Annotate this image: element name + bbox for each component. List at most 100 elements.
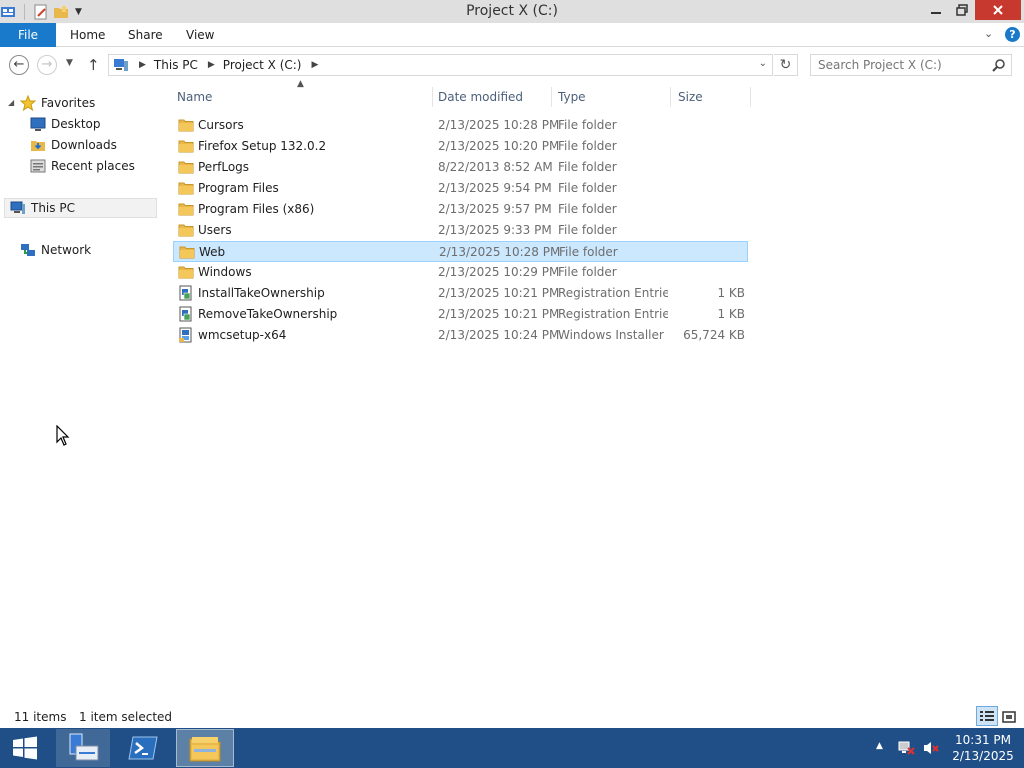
network-status-icon[interactable] <box>898 740 916 756</box>
refresh-button[interactable]: ↻ <box>774 54 798 76</box>
taskbar-powershell[interactable] <box>116 729 170 767</box>
folder-icon <box>178 224 194 237</box>
file-name: Program Files <box>198 181 279 195</box>
navigation-bar: ← → ▼ ↑ ▶ This PC ▶ Project X (C:) ▶ ⌄ ↻ <box>0 47 1024 81</box>
file-name: Windows <box>198 265 252 279</box>
file-row[interactable]: Program Files (x86) 2/13/2025 9:57 PM File… <box>173 199 748 220</box>
file-name: Users <box>198 223 232 237</box>
file-date-modified: 2/13/2025 10:29 PM <box>438 265 560 279</box>
volume-muted-icon[interactable] <box>922 740 940 756</box>
file-row[interactable]: InstallTakeOwnership 2/13/2025 10:21 PM Re… <box>173 283 748 304</box>
column-divider[interactable] <box>432 87 433 107</box>
registry-file-icon <box>179 306 192 322</box>
tab-view[interactable]: View <box>186 23 214 47</box>
column-divider[interactable] <box>670 87 671 107</box>
file-date-modified: 2/13/2025 10:21 PM <box>438 286 560 300</box>
nav-item-downloads[interactable]: Downloads <box>30 135 117 155</box>
registry-file-icon <box>179 285 192 301</box>
file-date-modified: 2/13/2025 10:21 PM <box>438 307 560 321</box>
file-row[interactable]: PerfLogs 8/22/2013 8:52 AM File folder <box>173 157 748 178</box>
file-row[interactable]: RemoveTakeOwnership 2/13/2025 10:21 PM Reg… <box>173 304 748 325</box>
recent-locations-button[interactable]: ▼ <box>66 58 73 68</box>
file-row[interactable]: Program Files 2/13/2025 9:54 PM File folde… <box>173 178 748 199</box>
file-name: Web <box>199 245 226 259</box>
details-view-button[interactable] <box>976 706 998 726</box>
breadcrumb-project-x[interactable]: Project X (C:) <box>223 58 302 72</box>
show-hidden-icons-icon[interactable]: ▲ <box>876 741 883 751</box>
details-view-icon <box>980 711 994 721</box>
file-row[interactable]: Firefox Setup 132.0.2 2/13/2025 10:20 PM F… <box>173 136 748 157</box>
help-icon[interactable]: ? <box>1005 27 1020 42</box>
recent-places-icon <box>30 159 46 173</box>
item-count: 11 items <box>14 710 67 724</box>
title-bar: ▼ Project X (C:) <box>0 0 1024 23</box>
taskbar: ▲ 10:31 PM 2/13/2025 <box>0 728 1024 768</box>
large-icons-view-button[interactable] <box>1000 708 1018 726</box>
nav-favorites[interactable]: ◢ Favorites <box>8 93 95 113</box>
file-date-modified: 2/13/2025 10:20 PM <box>438 139 560 153</box>
column-divider[interactable] <box>551 87 552 107</box>
restore-icon <box>956 4 968 16</box>
refresh-icon: ↻ <box>779 57 792 73</box>
taskbar-server-manager[interactable] <box>56 729 110 767</box>
nav-network-label: Network <box>41 243 92 257</box>
folder-icon <box>178 119 194 132</box>
file-name: wmcsetup-x64 <box>198 328 287 342</box>
search-box[interactable] <box>810 54 1012 76</box>
file-name: Cursors <box>198 118 244 132</box>
ribbon-tabs: File Home Share View ⌄ ? <box>0 23 1024 47</box>
close-button[interactable] <box>975 0 1021 20</box>
column-header-type[interactable]: Type <box>558 85 668 109</box>
breadcrumb-this-pc[interactable]: This PC <box>154 58 198 72</box>
file-size: 65,724 KB <box>683 328 745 342</box>
close-icon <box>993 5 1003 15</box>
system-clock[interactable]: 10:31 PM 2/13/2025 <box>948 732 1018 764</box>
file-size: 1 KB <box>717 307 745 321</box>
column-divider[interactable] <box>750 87 751 107</box>
selection-count: 1 item selected <box>79 710 173 724</box>
nav-item-recent-places[interactable]: Recent places <box>30 156 135 176</box>
nav-item-desktop[interactable]: Desktop <box>30 114 101 134</box>
folder-icon <box>179 246 195 259</box>
file-row[interactable]: Web 2/13/2025 10:28 PM File folder <box>173 241 748 262</box>
forward-button[interactable]: → <box>37 55 57 75</box>
nav-network[interactable]: Network <box>20 240 91 260</box>
back-button[interactable]: ← <box>9 55 29 75</box>
tab-file[interactable]: File <box>0 23 56 47</box>
file-row[interactable]: wmcsetup-x64 2/13/2025 10:24 PM Windows In… <box>173 325 748 346</box>
up-button[interactable]: ↑ <box>87 56 100 74</box>
tab-home[interactable]: Home <box>70 23 105 47</box>
status-bar: 11 items 1 item selected <box>0 706 1024 728</box>
file-name: PerfLogs <box>198 160 250 174</box>
expand-ribbon-icon[interactable]: ⌄ <box>984 27 993 40</box>
file-row[interactable]: Users 2/13/2025 9:33 PM File folder <box>173 220 748 241</box>
column-header-date-modified[interactable]: Date modified <box>438 85 550 109</box>
column-header-name[interactable]: Name <box>177 85 432 109</box>
navigation-pane: ◢ Favorites Desktop Downloads Recent pla… <box>0 85 160 705</box>
restore-button[interactable] <box>950 0 974 20</box>
network-icon <box>21 244 35 256</box>
address-history-dropdown[interactable]: ⌄ <box>759 58 767 69</box>
taskbar-file-explorer[interactable] <box>176 729 234 767</box>
downloads-icon <box>31 141 45 151</box>
this-pc-icon <box>10 201 25 214</box>
expand-arrow-icon[interactable]: ◢ <box>8 93 18 113</box>
search-input[interactable] <box>818 58 993 72</box>
minimize-button[interactable] <box>922 0 950 20</box>
column-header-size[interactable]: Size <box>678 85 748 109</box>
file-name: Program Files (x86) <box>198 202 315 216</box>
file-row[interactable]: Cursors 2/13/2025 10:28 PM File folder <box>173 115 748 136</box>
desktop-icon <box>30 117 46 131</box>
breadcrumb-separator[interactable]: ▶ <box>139 60 146 70</box>
file-name: Firefox Setup 132.0.2 <box>198 139 327 153</box>
file-date-modified: 2/13/2025 10:28 PM <box>438 118 560 132</box>
file-row[interactable]: Windows 2/13/2025 10:29 PM File folder <box>173 262 748 283</box>
breadcrumb-separator[interactable]: ▶ <box>208 60 215 70</box>
search-icon[interactable] <box>992 58 1006 72</box>
breadcrumb-separator[interactable]: ▶ <box>312 60 319 70</box>
address-bar[interactable]: ▶ This PC ▶ Project X (C:) ▶ ⌄ <box>108 54 773 76</box>
nav-this-pc[interactable]: This PC <box>4 198 157 218</box>
start-button[interactable] <box>0 729 50 767</box>
tab-share[interactable]: Share <box>128 23 163 47</box>
file-type: File folder <box>558 139 617 153</box>
